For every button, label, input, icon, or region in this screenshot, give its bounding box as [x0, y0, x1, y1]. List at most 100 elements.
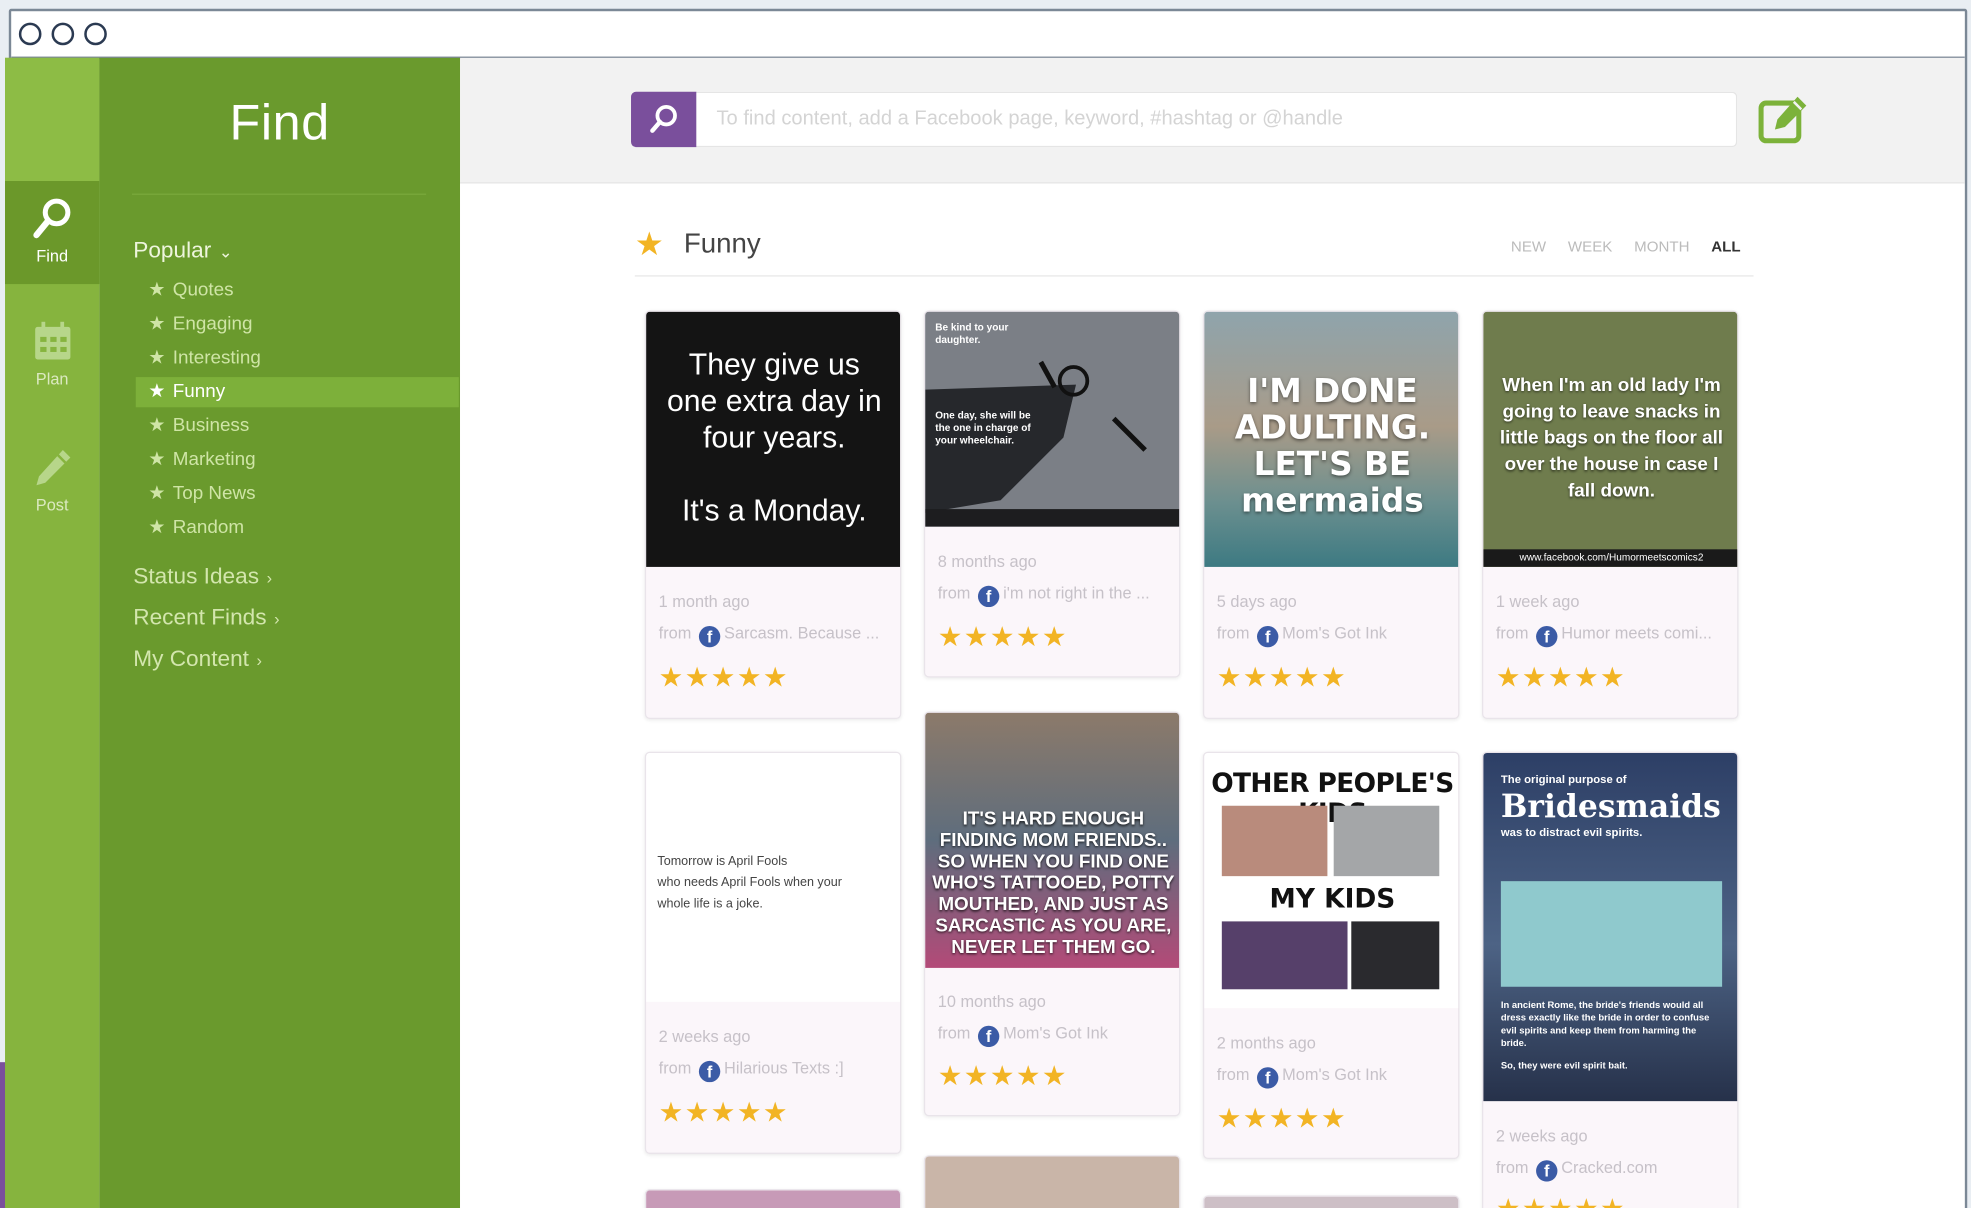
- content-card[interactable]: They give us one extra day in four years…: [644, 310, 902, 720]
- post-source[interactable]: from f Mom's Got Ink: [1217, 1065, 1450, 1089]
- rating-stars[interactable]: ★★★★★: [938, 621, 1068, 654]
- card-image-body: In ancient Rome, the bride's friends wou…: [1500, 999, 1710, 1049]
- star-icon: ★: [634, 225, 665, 263]
- photo-thumb: [1221, 921, 1348, 990]
- source-name: Mom's Got Ink: [1003, 1023, 1108, 1043]
- content-area: ★ Funny NEW WEEK MONTH ALL They give us …: [460, 183, 1965, 1208]
- post-source[interactable]: from f Cracked.com: [1496, 1158, 1729, 1182]
- rail-item-plan[interactable]: Plan: [5, 304, 99, 407]
- card-image: When I'm an old lady I'm going to leave …: [1483, 311, 1738, 567]
- sidebar-link-recent-finds[interactable]: Recent Finds ›: [133, 605, 279, 631]
- card-image-text: They give us one extra day in four years…: [666, 348, 882, 528]
- sidebar-divider: [131, 193, 427, 195]
- facebook-icon: f: [977, 1025, 1000, 1048]
- nav-rail: Find Plan Post: [5, 57, 100, 1208]
- post-source[interactable]: from f Humor meets comi...: [1496, 623, 1729, 648]
- source-name: i'm not right in the ...: [1003, 583, 1150, 603]
- sidebar-link-my-content[interactable]: My Content ›: [133, 646, 262, 672]
- window-close-button[interactable]: [18, 22, 42, 46]
- sidebar-item-interesting[interactable]: ★ Interesting: [136, 343, 459, 373]
- content-card[interactable]: I'M DONE ADULTING. LET'S BE mermaids 5 d…: [1202, 310, 1460, 720]
- sidebar-item-business[interactable]: ★ Business: [136, 411, 459, 441]
- sidebar-item-label: Engaging: [172, 312, 253, 335]
- post-source[interactable]: from f Hilarious Texts :]: [659, 1058, 892, 1083]
- source-name: Sarcasm. Because ...: [724, 623, 880, 643]
- sidebar-item-funny[interactable]: ★ Funny: [135, 377, 459, 408]
- from-label: from: [1216, 1064, 1250, 1084]
- content-card[interactable]: When I'm an old lady I'm going to leave …: [1482, 310, 1739, 720]
- rating-stars[interactable]: ★★★★★: [659, 661, 789, 694]
- sidebar-item-label: Top News: [172, 482, 256, 505]
- rating-stars[interactable]: ★★★★★: [1217, 1102, 1347, 1135]
- chevron-right-icon: ›: [274, 609, 280, 629]
- content-card[interactable]: OTHER PEOPLE'S KIDS MY KIDS 2 months ago…: [1202, 751, 1460, 1159]
- post-age: 8 months ago: [937, 551, 1037, 571]
- rail-item-post[interactable]: Post: [5, 430, 99, 533]
- card-image-title: Bridesmaids: [1500, 788, 1721, 825]
- post-source[interactable]: from f i'm not right in the ...: [937, 583, 1171, 608]
- search-toolbar: To find content, add a Facebook page, ke…: [460, 57, 1965, 184]
- rail-item-find[interactable]: Find: [5, 181, 100, 285]
- filter-month[interactable]: MONTH: [1634, 238, 1689, 256]
- compose-icon[interactable]: [1755, 91, 1813, 149]
- pencil-icon: [35, 450, 70, 486]
- sidebar-item-label: Business: [172, 414, 250, 437]
- sidebar-item-quotes[interactable]: ★ Quotes: [136, 275, 459, 305]
- rail-header: [5, 57, 100, 182]
- content-card[interactable]: [923, 1155, 1181, 1208]
- post-source[interactable]: from f Mom's Got Ink: [937, 1023, 1171, 1048]
- chevron-right-icon: ›: [266, 568, 273, 588]
- photo-thumb: [1221, 805, 1328, 877]
- content-card[interactable]: The original purpose of Bridesmaids was …: [1482, 751, 1739, 1208]
- sidebar-item-label: Marketing: [172, 448, 256, 471]
- photo-bridesmaids: [1500, 881, 1723, 987]
- search-input[interactable]: To find content, add a Facebook page, ke…: [696, 91, 1738, 148]
- window-zoom-button[interactable]: [84, 22, 107, 46]
- card-image-caption: www.facebook.com/Humormeetscomics2: [1483, 549, 1738, 567]
- content-card[interactable]: Be kind to your daughter. One day, she w…: [923, 310, 1181, 678]
- rail-label-post: Post: [35, 495, 69, 515]
- sidebar-item-top-news[interactable]: ★ Top News: [136, 479, 459, 509]
- post-source[interactable]: from f Mom's Got Ink: [1217, 623, 1450, 648]
- from-label: from: [937, 1023, 971, 1043]
- window-minimize-button[interactable]: [51, 22, 75, 46]
- star-icon: ★: [148, 312, 166, 335]
- star-icon: ★: [148, 279, 166, 301]
- source-name: Mom's Got Ink: [1282, 1064, 1387, 1084]
- sidebar-item-marketing[interactable]: ★ Marketing: [136, 445, 459, 475]
- card-image-footer: So, they were evil spirit bait.: [1500, 1059, 1628, 1071]
- sidebar-link-status-ideas[interactable]: Status Ideas ›: [133, 563, 272, 589]
- content-card[interactable]: [644, 1189, 902, 1208]
- calendar-icon: [34, 321, 70, 360]
- facebook-icon: f: [1257, 625, 1279, 648]
- card-image: Tomorrow is April Fools who needs April …: [646, 752, 901, 1002]
- from-label: from: [937, 583, 971, 603]
- rating-stars[interactable]: ★★★★★: [659, 1096, 789, 1129]
- rating-stars[interactable]: ★★★★★: [1496, 1193, 1626, 1208]
- card-image-subtitle: MY KIDS: [1269, 883, 1396, 914]
- window-titlebar: [11, 11, 1965, 60]
- sidebar-item-random[interactable]: ★ Random: [136, 513, 459, 543]
- rating-stars[interactable]: ★★★★★: [1496, 661, 1626, 694]
- card-image-text: Be kind to your daughter.: [935, 321, 1009, 346]
- content-card[interactable]: Tomorrow is April Fools who needs April …: [644, 751, 902, 1154]
- post-age: 2 weeks ago: [658, 1026, 751, 1046]
- time-filters: NEW WEEK MONTH ALL: [1511, 238, 1741, 256]
- rating-stars[interactable]: ★★★★★: [1217, 661, 1347, 694]
- sidebar-item-engaging[interactable]: ★ Engaging: [136, 309, 459, 339]
- filter-week[interactable]: WEEK: [1568, 238, 1612, 256]
- star-icon: ★: [148, 482, 166, 505]
- search-icon: [650, 104, 677, 133]
- filter-all[interactable]: ALL: [1711, 238, 1740, 256]
- post-source[interactable]: from f Sarcasm. Because ...: [658, 623, 892, 648]
- content-card[interactable]: [1202, 1195, 1460, 1208]
- search-button[interactable]: [631, 91, 697, 148]
- from-label: from: [658, 623, 692, 643]
- popular-dropdown[interactable]: Popular ⌄: [133, 238, 232, 264]
- content-card[interactable]: IT'S HARD ENOUGH FINDING MOM FRIENDS.. S…: [923, 711, 1181, 1117]
- star-icon: ★: [148, 516, 166, 539]
- rating-stars[interactable]: ★★★★★: [938, 1060, 1068, 1093]
- sidebar-item-label: Random: [172, 516, 245, 539]
- filter-new[interactable]: NEW: [1511, 238, 1546, 256]
- source-name: Hilarious Texts :]: [724, 1058, 844, 1078]
